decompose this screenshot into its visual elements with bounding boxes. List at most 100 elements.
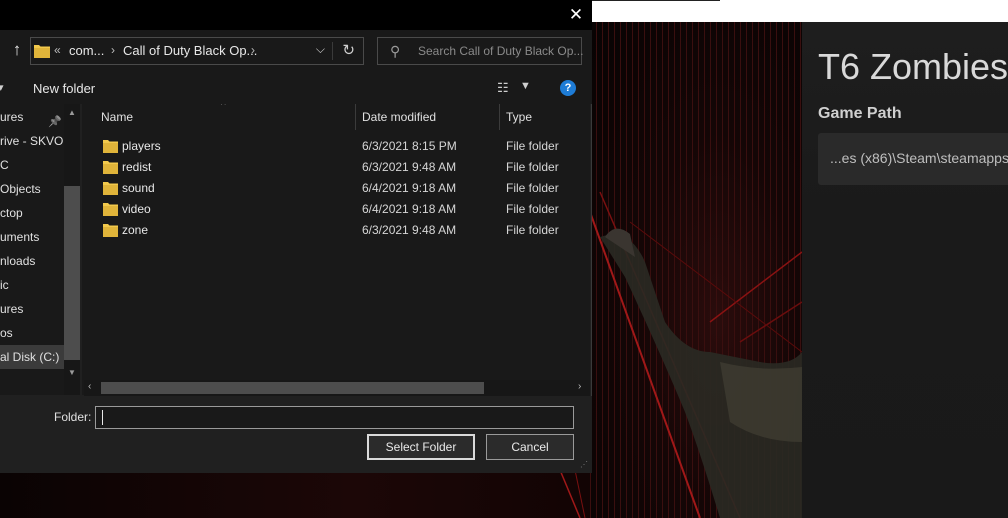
nav-item-label: Objects (0, 182, 41, 196)
nav-item-label: ures (0, 110, 24, 124)
launcher-artwork (590, 22, 802, 518)
search-box[interactable]: ⚲ Search Call of Duty Black Op... (377, 37, 584, 65)
file-type: File folder (506, 181, 559, 195)
folder-icon (103, 224, 118, 237)
launcher-top-strip (590, 0, 1008, 22)
file-name: players (122, 139, 161, 153)
folder-icon (34, 45, 50, 58)
game-path-field[interactable]: ...es (x86)\Steam\steamapps (818, 133, 1008, 185)
nav-item[interactable]: rive - SKVOB (0, 129, 64, 153)
column-header-date-modified[interactable]: Date modified (362, 104, 436, 130)
nav-scroll-thumb[interactable] (64, 186, 80, 360)
column-header-type[interactable]: Type (506, 104, 532, 130)
folder-icon (103, 140, 118, 153)
file-type: File folder (506, 160, 559, 174)
view-options-icon[interactable]: ☷ (497, 80, 509, 96)
nav-scrollbar[interactable]: ▲ ▼ (64, 104, 80, 395)
nav-item[interactable]: C (0, 153, 64, 177)
file-date-modified: 6/3/2021 9:48 AM (362, 160, 457, 174)
navigation-pane: ures 📌 rive - SKVOB C Objects ctop uments nload… (0, 104, 80, 395)
organize-chevron-icon[interactable]: ▾ (0, 81, 4, 94)
launcher-settings-panel: T6 Zombies Game Path ...es (x86)\Steam\s… (802, 22, 1008, 518)
game-path-value: ...es (x86)\Steam\steamapps (830, 150, 1008, 166)
column-divider[interactable] (355, 104, 356, 130)
table-row[interactable]: redist 6/3/2021 9:48 AM File folder (82, 157, 590, 178)
nav-item[interactable]: al Disk (C:) (0, 345, 64, 369)
address-segment-call-of-duty[interactable]: Call of Duty Black Op... (123, 43, 257, 58)
close-icon[interactable]: ✕ (560, 0, 592, 30)
pin-icon: 📌 (48, 116, 62, 128)
horizontal-scroll-thumb[interactable] (101, 382, 484, 394)
file-name: sound (122, 181, 155, 195)
nav-item[interactable]: ctop (0, 201, 64, 225)
select-folder-dialog: ✕ ↑ « com... › Call of Duty Black Op... … (0, 0, 592, 473)
file-date-modified: 6/3/2021 8:15 PM (362, 139, 457, 153)
nav-item-label: os (0, 326, 13, 340)
zombie-art-illustration (590, 22, 802, 518)
nav-item-label: al Disk (C:) (0, 350, 60, 364)
text-caret (102, 410, 103, 425)
table-row[interactable]: players 6/3/2021 8:15 PM File folder (82, 136, 590, 157)
select-folder-button[interactable]: Select Folder (367, 434, 475, 460)
column-divider[interactable] (499, 104, 500, 130)
horizontal-scrollbar[interactable]: ‹ › (84, 380, 590, 396)
file-date-modified: 6/4/2021 9:18 AM (362, 202, 457, 216)
address-bar[interactable]: « com... › Call of Duty Black Op... › ⌵ … (30, 37, 364, 65)
game-path-label: Game Path (818, 105, 902, 122)
nav-item[interactable]: ures 📌 (0, 105, 64, 129)
folder-icon (103, 161, 118, 174)
folder-icon (103, 182, 118, 195)
column-header-name[interactable]: Name (101, 104, 133, 130)
folder-label: Folder: (54, 410, 92, 424)
file-name: zone (122, 223, 149, 237)
table-row[interactable]: zone 6/3/2021 9:48 AM File folder (82, 220, 590, 241)
dialog-titlebar[interactable]: ✕ (0, 0, 592, 30)
chevron-down-icon[interactable]: ▼ (520, 80, 531, 92)
scroll-down-icon[interactable]: ▼ (68, 368, 76, 377)
scroll-up-icon[interactable]: ▲ (68, 108, 76, 117)
file-type: File folder (506, 139, 559, 153)
launcher-top-line (590, 0, 720, 1)
navigation-bar: ↑ « com... › Call of Duty Black Op... › … (0, 30, 592, 72)
nav-item-label: nloads (0, 254, 36, 268)
scroll-right-icon[interactable]: › (578, 381, 581, 392)
artwork-lines (559, 470, 586, 518)
up-arrow-icon[interactable]: ↑ (8, 40, 26, 60)
panel-background (802, 22, 1008, 518)
nav-item-label: uments (0, 230, 40, 244)
refresh-icon[interactable]: ↻ (342, 41, 355, 59)
address-overflow-chevron[interactable]: « (54, 43, 61, 57)
table-row[interactable]: sound 6/4/2021 9:18 AM File folder (82, 178, 590, 199)
cancel-button[interactable]: Cancel (486, 434, 574, 460)
search-placeholder: Search Call of Duty Black Op... (418, 44, 584, 58)
nav-item-label: rive - SKVOB (0, 134, 64, 148)
launcher-artwork-bottom (0, 470, 590, 518)
screen: T6 Zombies Game Path ...es (x86)\Steam\s… (0, 0, 1008, 518)
folder-icon (103, 203, 118, 216)
nav-item[interactable]: ures (0, 297, 64, 321)
nav-item-label: ctop (0, 206, 23, 220)
address-separator[interactable]: › (251, 43, 255, 57)
address-segment-com[interactable]: com... (69, 43, 104, 58)
nav-item-label: C (0, 158, 9, 172)
nav-item[interactable]: os (0, 321, 64, 345)
new-folder-button[interactable]: New folder (33, 81, 95, 96)
command-toolbar: ▾ New folder ☷ ▼ ? (0, 72, 592, 104)
folder-input[interactable] (95, 406, 574, 429)
table-row[interactable]: video 6/4/2021 9:18 AM File folder (82, 199, 590, 220)
address-divider (332, 42, 333, 60)
sort-ascending-icon: ^ (221, 104, 226, 111)
file-name: redist (122, 160, 152, 174)
nav-item[interactable]: ic (0, 273, 64, 297)
dialog-footer: Folder: Select Folder Cancel ⋰ (0, 396, 592, 473)
help-icon[interactable]: ? (560, 80, 576, 96)
address-separator[interactable]: › (111, 43, 115, 57)
nav-item[interactable]: Objects (0, 177, 64, 201)
chevron-down-icon[interactable]: ⌵ (316, 42, 325, 57)
nav-item[interactable]: uments (0, 225, 64, 249)
nav-item[interactable]: nloads (0, 249, 64, 273)
file-date-modified: 6/4/2021 9:18 AM (362, 181, 457, 195)
scroll-left-icon[interactable]: ‹ (88, 381, 91, 392)
file-type: File folder (506, 202, 559, 216)
resize-grip-icon[interactable]: ⋰ (580, 460, 588, 469)
